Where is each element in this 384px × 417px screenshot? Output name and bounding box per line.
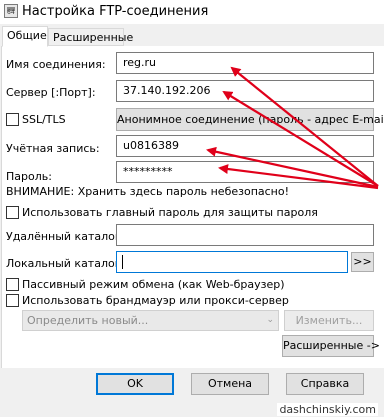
watermark: dashchinskiy.com — [277, 403, 378, 416]
annotation-arrows — [206, 66, 379, 190]
tab-general[interactable]: Общие — [2, 26, 48, 47]
arrow-to-account — [206, 146, 379, 189]
arrow-to-connection-name — [230, 66, 379, 187]
